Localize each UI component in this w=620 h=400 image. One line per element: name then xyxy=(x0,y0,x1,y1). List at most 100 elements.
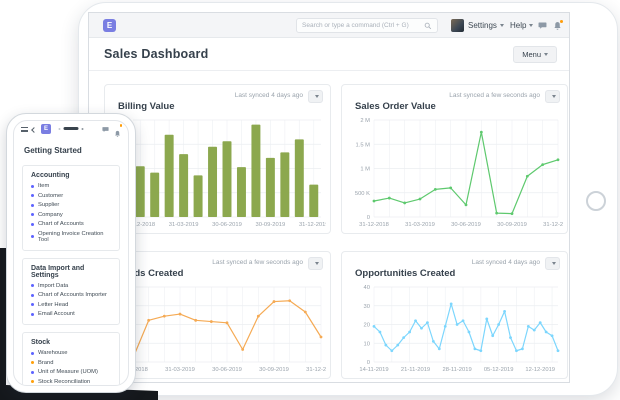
bullet-dot-icon xyxy=(31,361,34,364)
phone-list-item-label: Stock Reconciliation xyxy=(38,378,91,385)
notifications-bell-button[interactable] xyxy=(553,13,563,38)
notifications-comment-button[interactable] xyxy=(538,13,547,38)
settings-label: Settings xyxy=(468,21,497,30)
svg-text:30-09-2019: 30-09-2019 xyxy=(497,222,527,228)
card-dropdown-button[interactable] xyxy=(545,90,560,103)
phone-top-bar: E xyxy=(14,121,128,137)
chevron-left-icon[interactable] xyxy=(31,127,37,133)
global-search[interactable] xyxy=(296,18,438,33)
svg-text:30-06-2019: 30-06-2019 xyxy=(212,222,242,228)
chart-title: Sales Order Value xyxy=(355,101,436,112)
help-label: Help xyxy=(510,21,527,30)
bullet-dot-icon xyxy=(31,213,34,216)
phone-section-title: Data Import and Settings xyxy=(31,264,85,279)
phone-list-item[interactable]: Supplier xyxy=(31,202,111,208)
svg-text:31-12-2019: 31-12-2019 xyxy=(299,222,326,228)
phone-list-item[interactable]: Chart of Accounts Importer xyxy=(31,292,111,298)
notification-dot xyxy=(119,124,122,127)
svg-text:14-11-2019: 14-11-2019 xyxy=(359,367,388,373)
last-synced-label: Last synced 4 days ago xyxy=(234,92,303,99)
svg-text:30-06-2019: 30-06-2019 xyxy=(212,367,242,373)
page-title: Sales Dashboard xyxy=(104,47,209,61)
hamburger-menu-icon[interactable] xyxy=(21,127,28,132)
search-input[interactable] xyxy=(302,22,424,29)
svg-text:31-03-2019: 31-03-2019 xyxy=(169,222,199,228)
phone-list-item-label: Item xyxy=(38,183,50,189)
phone-list-item[interactable]: Customer xyxy=(31,193,111,199)
phone-list-item[interactable]: Item xyxy=(31,183,111,189)
bullet-dot-icon xyxy=(31,284,34,287)
svg-text:05-12-2019: 05-12-2019 xyxy=(484,367,514,373)
card-dropdown-button[interactable] xyxy=(308,90,323,103)
svg-text:0: 0 xyxy=(367,215,370,221)
bullet-dot-icon xyxy=(31,293,34,297)
last-synced-label: Last synced 4 days ago xyxy=(471,259,540,266)
phone-section-card: Stock Warehouse Brand Unit of Measure (UOM)… xyxy=(22,332,120,385)
phone-list-item-label: Brand xyxy=(38,359,54,366)
navbar: E Settings Help xyxy=(89,13,569,38)
settings-menu[interactable]: Settings xyxy=(468,13,504,38)
phone-screen: E Getting Started Accounting Item Custom… xyxy=(13,120,129,386)
search-icon xyxy=(424,22,432,29)
svg-text:2 M: 2 M xyxy=(360,118,370,124)
last-synced-label: Last synced a few seconds ago xyxy=(212,259,303,266)
opportunities-created-chart: 0 10 20 30 40 14-11-2019 21-11-2019 28-11-2019 0… xyxy=(359,285,560,373)
app-logo[interactable]: E xyxy=(41,124,51,134)
billing-value-chart: 31-12-2018 31-03-2019 30-06-2019 30-09-2019… xyxy=(125,119,326,228)
phone-list-item[interactable]: Stock Reconciliation xyxy=(31,379,111,385)
phone-section-card: Data Import and Settings Import Data Chart… xyxy=(22,257,120,325)
notifications-bell-button[interactable] xyxy=(114,124,122,137)
chevron-down-icon xyxy=(315,262,319,265)
menu-button[interactable]: Menu xyxy=(513,46,557,63)
phone-list-item-label: Supplier xyxy=(38,202,60,208)
phone-list-item-label: Unit of Measure (UOM) xyxy=(38,369,98,375)
chart-title: Opportunities Created xyxy=(355,268,456,279)
leads-created-chart: 31-12-201831-03-201930-06-201930-09-2019… xyxy=(118,286,326,373)
phone-list-item[interactable]: Email Account xyxy=(31,311,111,317)
comment-icon[interactable] xyxy=(102,126,109,133)
svg-text:10: 10 xyxy=(364,341,370,347)
chevron-down-icon xyxy=(552,95,556,98)
phone-list-item[interactable]: Unit of Measure (UOM) xyxy=(31,369,111,375)
comment-icon xyxy=(538,22,547,29)
phone-list-item[interactable]: Company xyxy=(31,212,111,218)
bullet-dot-icon xyxy=(31,351,34,355)
phone-list-item-label: Chart of Accounts xyxy=(38,221,84,227)
svg-text:500 K: 500 K xyxy=(355,191,370,197)
tablet-home-button[interactable] xyxy=(586,191,606,211)
camera-dot xyxy=(81,127,84,130)
phone-list-item[interactable]: Opening Invoice Creation Tool xyxy=(31,231,111,243)
svg-text:12-12-2019: 12-12-2019 xyxy=(525,367,555,373)
svg-text:28-11-2019: 28-11-2019 xyxy=(442,367,471,373)
user-avatar[interactable] xyxy=(451,19,464,32)
phone-list-item[interactable]: Chart of Accounts xyxy=(31,221,111,227)
chevron-down-icon xyxy=(499,24,504,27)
phone-list-item[interactable]: Warehouse xyxy=(31,350,111,356)
phone-list-item[interactable]: Brand xyxy=(31,360,111,366)
svg-text:0: 0 xyxy=(367,360,370,366)
phone-list-item[interactable]: Import Data xyxy=(31,283,111,289)
phone-list-item[interactable]: Letter Head xyxy=(31,302,111,308)
phone-notch xyxy=(58,127,84,130)
svg-text:31-12-2019: 31-12-2019 xyxy=(543,222,563,228)
help-menu[interactable]: Help xyxy=(510,13,534,38)
svg-text:31-03-2019: 31-03-2019 xyxy=(405,222,435,228)
card-dropdown-button[interactable] xyxy=(308,257,323,270)
bullet-dot-icon xyxy=(31,303,34,306)
svg-text:31-03-2019: 31-03-2019 xyxy=(165,367,195,373)
phone-section-title: Stock xyxy=(31,339,51,346)
page-header: Sales Dashboard Menu xyxy=(89,38,569,71)
svg-text:1.5 M: 1.5 M xyxy=(356,142,371,148)
phone-list-item-label: Import Data xyxy=(38,282,69,289)
svg-text:30: 30 xyxy=(364,304,370,310)
svg-text:30-09-2019: 30-09-2019 xyxy=(259,367,289,373)
phone-list-item-label: Letter Head xyxy=(38,301,69,308)
bell-icon xyxy=(115,130,120,137)
svg-text:31-12-2018: 31-12-2018 xyxy=(359,222,389,228)
svg-text:31-12-2019: 31-12-2019 xyxy=(306,367,326,373)
phone-list-item-label: Customer xyxy=(38,192,64,199)
card-dropdown-button[interactable] xyxy=(545,257,560,270)
bullet-dot-icon xyxy=(31,380,34,383)
app-logo[interactable]: E xyxy=(103,19,116,32)
chevron-down-icon xyxy=(315,95,319,98)
